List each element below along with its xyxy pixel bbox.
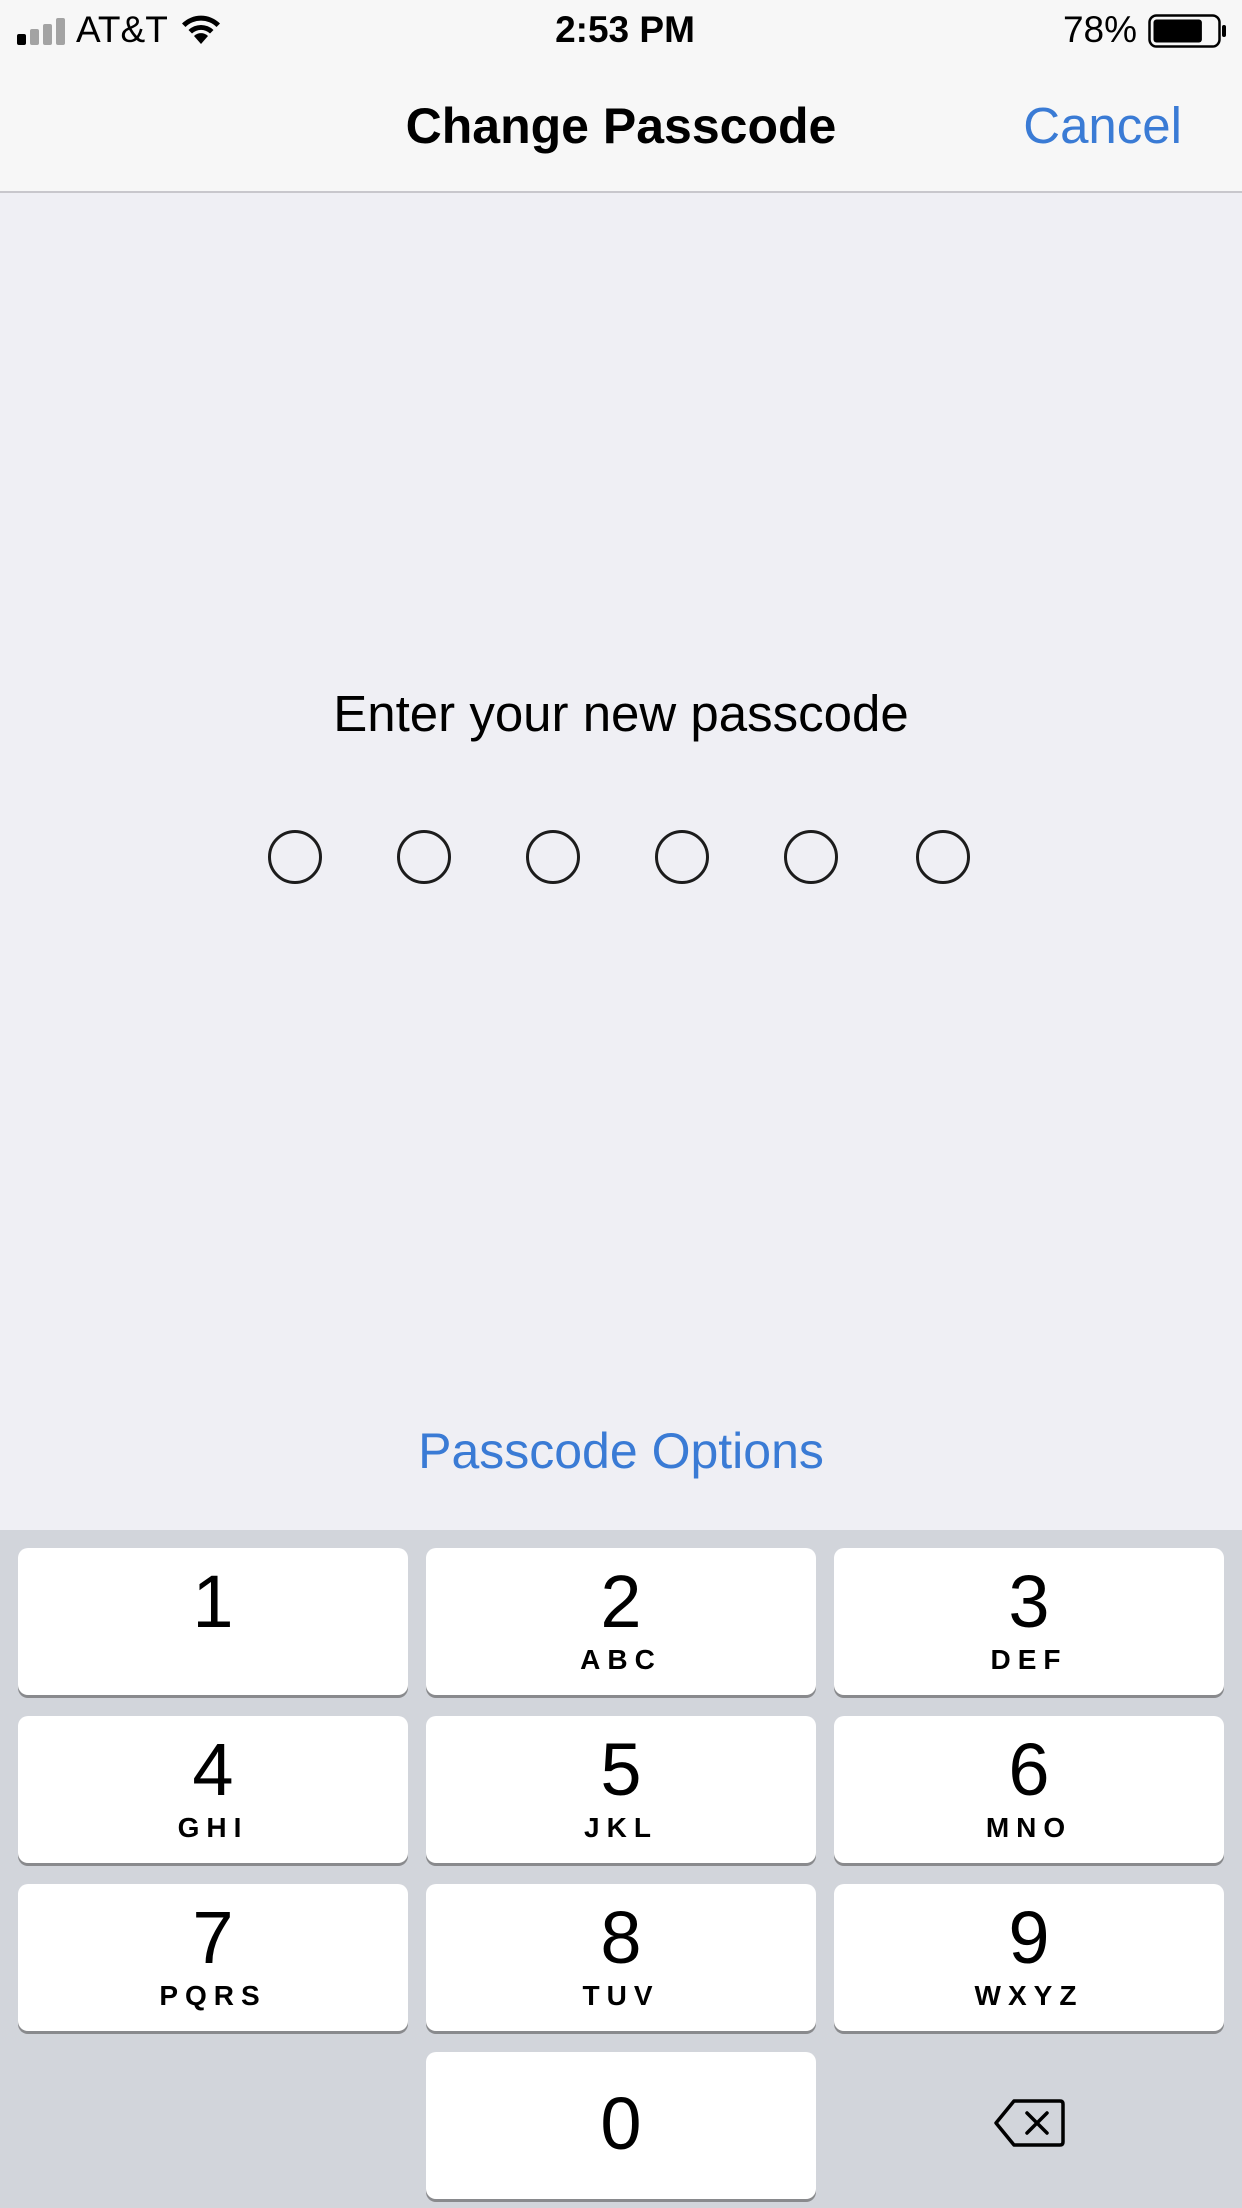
battery-percent: 78%: [1062, 9, 1137, 50]
status-bar: AT&T 2:53 PM 78%: [0, 0, 1242, 60]
key-letters: ABC: [580, 1644, 662, 1675]
passcode-dot: [526, 830, 580, 884]
key-digit: 0: [600, 2082, 642, 2165]
passcode-dot: [655, 830, 709, 884]
key-1[interactable]: 1: [18, 1548, 408, 1695]
key-digit: 6: [1008, 1728, 1050, 1811]
key-9[interactable]: 9 WXYZ: [834, 1884, 1224, 2031]
key-letters: JKL: [584, 1812, 658, 1843]
passcode-dot: [397, 830, 451, 884]
key-letters: MNO: [985, 1812, 1073, 1843]
passcode-dot: [784, 830, 838, 884]
key-letters: GHI: [177, 1812, 249, 1843]
passcode-dots: [0, 830, 1242, 890]
key-digit: 1: [192, 1560, 234, 1643]
key-digit: 3: [1008, 1560, 1050, 1643]
key-8[interactable]: 8 TUV: [426, 1884, 816, 2031]
key-4[interactable]: 4 GHI: [18, 1716, 408, 1863]
key-digit: 2: [600, 1560, 642, 1643]
cancel-button[interactable]: Cancel: [1023, 98, 1182, 154]
passcode-dot: [268, 830, 322, 884]
key-2[interactable]: 2 ABC: [426, 1548, 816, 1695]
key-letters: DEF: [990, 1644, 1068, 1675]
status-time: 2:53 PM: [555, 9, 695, 50]
key-digit: 4: [192, 1728, 234, 1811]
passcode-dot: [916, 830, 970, 884]
battery-level-fill: [1153, 19, 1202, 43]
navigation-bar: Change Passcode Cancel: [0, 60, 1242, 193]
key-3[interactable]: 3 DEF: [834, 1548, 1224, 1695]
key-7[interactable]: 7 PQRS: [18, 1884, 408, 2031]
passcode-options-link[interactable]: Passcode Options: [0, 1420, 1242, 1482]
key-digit: 5: [600, 1728, 642, 1811]
key-letters: TUV: [582, 1980, 660, 2011]
delete-key[interactable]: [834, 2052, 1224, 2199]
key-digit: 8: [600, 1896, 642, 1979]
key-5[interactable]: 5 JKL: [426, 1716, 816, 1863]
key-6[interactable]: 6 MNO: [834, 1716, 1224, 1863]
key-letters: PQRS: [159, 1980, 267, 2011]
key-0[interactable]: 0: [426, 2052, 816, 2199]
passcode-prompt: Enter your new passcode: [333, 685, 909, 742]
battery-icon: [1148, 14, 1226, 48]
key-digit: 9: [1008, 1896, 1050, 1979]
delete-backspace-icon: [994, 2099, 1065, 2147]
key-digit: 7: [192, 1896, 234, 1979]
key-letters: WXYZ: [974, 1980, 1084, 2011]
